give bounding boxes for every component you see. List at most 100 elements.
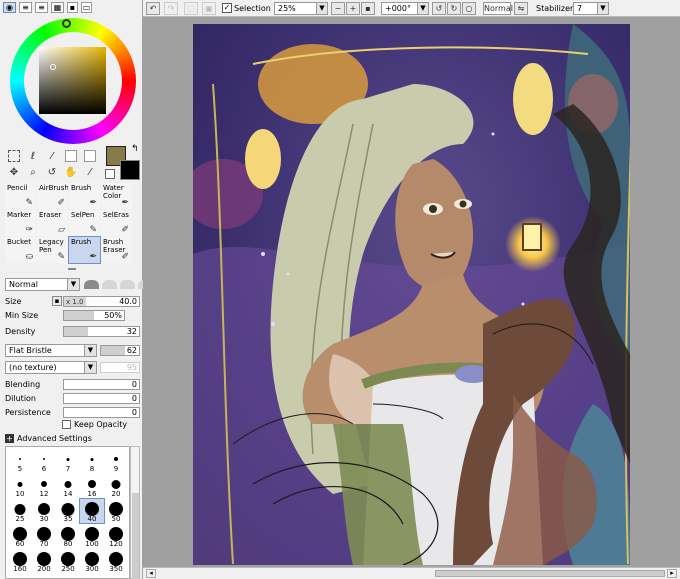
brush-tool-cell[interactable]: SelEras ✐ (101, 210, 132, 236)
background-color[interactable] (120, 160, 140, 180)
move-icon[interactable]: ✥ (8, 166, 20, 178)
deselect-button[interactable]: ⬚ (184, 2, 198, 15)
flip-button[interactable]: ⇋ (514, 2, 528, 15)
scroll-left-icon[interactable]: ◂ (146, 569, 156, 578)
blending-slider[interactable]: 0 (63, 379, 140, 390)
rect-select-icon[interactable] (8, 150, 20, 162)
invert-selection-button[interactable]: ▣ (202, 2, 216, 15)
brush-tool-cell[interactable]: Legacy Pen ✎ (37, 237, 68, 263)
brush-tool-cell[interactable]: Marker ✑ (5, 210, 36, 236)
rotate-right-button[interactable]: ↻ (447, 2, 461, 15)
horizontal-scrollbar[interactable]: ◂ ▸ (143, 567, 680, 579)
brush-size-cell[interactable]: 5 (8, 449, 32, 473)
blank-tool-1[interactable] (65, 150, 77, 162)
brush-size-cell[interactable]: 80 (56, 524, 80, 548)
brush-size-cell[interactable]: 70 (32, 524, 56, 548)
hand-icon[interactable]: ✋ (65, 166, 77, 178)
swap-colors-icon[interactable]: ↰ (131, 144, 139, 154)
brush-size-cell[interactable]: 10 (8, 474, 32, 498)
advanced-settings-toggle[interactable]: + Advanced Settings (5, 434, 92, 443)
brush-size-cell[interactable]: 20 (104, 474, 128, 498)
swatches-tab[interactable]: ▪ (67, 2, 78, 13)
color-mixer-tab[interactable]: ▦ (51, 2, 64, 13)
scratchpad-tab[interactable]: ▭ (81, 2, 92, 13)
brush-blend-mode-select[interactable]: Normal ▼ (5, 278, 80, 291)
brush-shape-flat-button[interactable] (120, 280, 135, 289)
selection-checkbox[interactable]: ✓ (222, 3, 232, 13)
brush-size-cell[interactable]: 16 (80, 474, 104, 498)
brush-tool-cell[interactable]: Eraser ▱ (37, 210, 68, 236)
density-slider[interactable]: 32 (63, 326, 140, 337)
brush-tool-cell[interactable]: Brush ✒ (69, 183, 100, 209)
brush-size-cell[interactable]: 40 (79, 498, 105, 524)
zoom-in-button[interactable]: + (346, 2, 360, 15)
keep-opacity-checkbox[interactable] (62, 420, 71, 429)
brush-tool-cell[interactable]: AirBrush ✐ (37, 183, 68, 209)
brush-size-cell[interactable]: 50 (104, 499, 128, 523)
brush-size-cell[interactable]: 9 (104, 449, 128, 473)
brush-shape-soft-button[interactable] (102, 280, 117, 289)
min-size-slider[interactable]: 50% (63, 310, 125, 321)
brush-size-cell[interactable]: 100 (80, 524, 104, 548)
transparent-color-icon[interactable] (105, 169, 115, 179)
rgb-slider-tab[interactable]: ≡ (19, 2, 32, 13)
redo-button[interactable]: ↷ (164, 2, 178, 15)
brush-size-cell[interactable]: 30 (32, 499, 56, 523)
brush-size-cell[interactable]: 35 (56, 499, 80, 523)
zoom-reset-button[interactable]: ▪ (361, 2, 375, 15)
brush-grid-splitter[interactable] (68, 268, 76, 270)
size-palette-scrollbar[interactable] (130, 446, 140, 579)
lasso-icon[interactable]: ℓ (27, 150, 39, 162)
color-wheel[interactable] (10, 18, 136, 144)
size-slider[interactable]: x 1.0 40.0 (63, 296, 140, 307)
brush-shape-strength-slider[interactable]: 62 (100, 345, 140, 356)
brush-size-cell[interactable]: 7 (56, 449, 80, 473)
brush-size-cell[interactable]: 120 (104, 524, 128, 548)
brush-size-cell[interactable]: 6 (32, 449, 56, 473)
brush-tool-cell[interactable]: Pencil ✎ (5, 183, 36, 209)
undo-button[interactable]: ↶ (146, 2, 160, 15)
brush-size-cell[interactable]: 8 (80, 449, 104, 473)
brush-size-cell[interactable]: 350 (104, 549, 128, 573)
drawing-canvas[interactable] (193, 24, 630, 565)
brush-size-cell[interactable]: 60 (8, 524, 32, 548)
scroll-right-icon[interactable]: ▸ (667, 569, 677, 578)
brush-size-cell[interactable]: 25 (8, 499, 32, 523)
brush-size-cell[interactable]: 300 (80, 549, 104, 573)
brush-size-cell[interactable]: 160 (8, 549, 32, 573)
blank-tool-2[interactable] (84, 150, 96, 162)
scrollbar-thumb[interactable] (132, 493, 139, 579)
sv-marker[interactable] (50, 64, 56, 70)
rotation-select[interactable]: +000° ▼ (381, 2, 429, 15)
brush-size-cell[interactable]: 14 (56, 474, 80, 498)
size-multiplier-button[interactable]: ▪ (52, 296, 62, 306)
dilution-slider[interactable]: 0 (63, 393, 140, 404)
texture-select[interactable]: (no texture) ▼ (5, 361, 97, 374)
keep-opacity-option[interactable]: Keep Opacity (62, 420, 127, 429)
color-wheel-tab[interactable]: ◉ (3, 2, 16, 13)
persistence-slider[interactable]: 0 (63, 407, 140, 418)
brush-shape-select[interactable]: Flat Bristle ▼ (5, 344, 97, 357)
eyedropper-icon[interactable]: ⁄ (84, 166, 96, 178)
canvas-area[interactable] (143, 17, 680, 567)
brush-tool-cell[interactable]: SelPen ✎ (69, 210, 100, 236)
zoom-out-button[interactable]: − (331, 2, 345, 15)
saturation-value-square[interactable] (39, 47, 106, 114)
hsv-slider-tab[interactable]: ≡ (35, 2, 48, 13)
zoom-icon[interactable]: ⌕ (27, 166, 39, 178)
view-mode-button[interactable]: Normal (483, 2, 513, 15)
brush-size-cell[interactable]: 200 (32, 549, 56, 573)
brush-tool-cell[interactable]: Brush ✒ (68, 236, 101, 264)
rotate-icon[interactable]: ↺ (46, 166, 58, 178)
brush-tool-cell[interactable]: Brush Eraser ✐ (101, 237, 132, 263)
brush-size-cell[interactable]: 250 (56, 549, 80, 573)
rotate-left-button[interactable]: ↺ (432, 2, 446, 15)
brush-shape-round-button[interactable] (84, 280, 99, 289)
stabilizer-select[interactable]: 7 ▼ (573, 2, 609, 15)
rotation-reset-button[interactable]: ○ (462, 2, 476, 15)
magic-wand-icon[interactable]: ⁄ (46, 150, 58, 162)
texture-strength-slider[interactable]: 95 (100, 362, 140, 373)
hue-marker[interactable] (62, 19, 71, 28)
scrollbar-thumb[interactable] (435, 570, 665, 577)
zoom-select[interactable]: 25% ▼ (274, 2, 328, 15)
